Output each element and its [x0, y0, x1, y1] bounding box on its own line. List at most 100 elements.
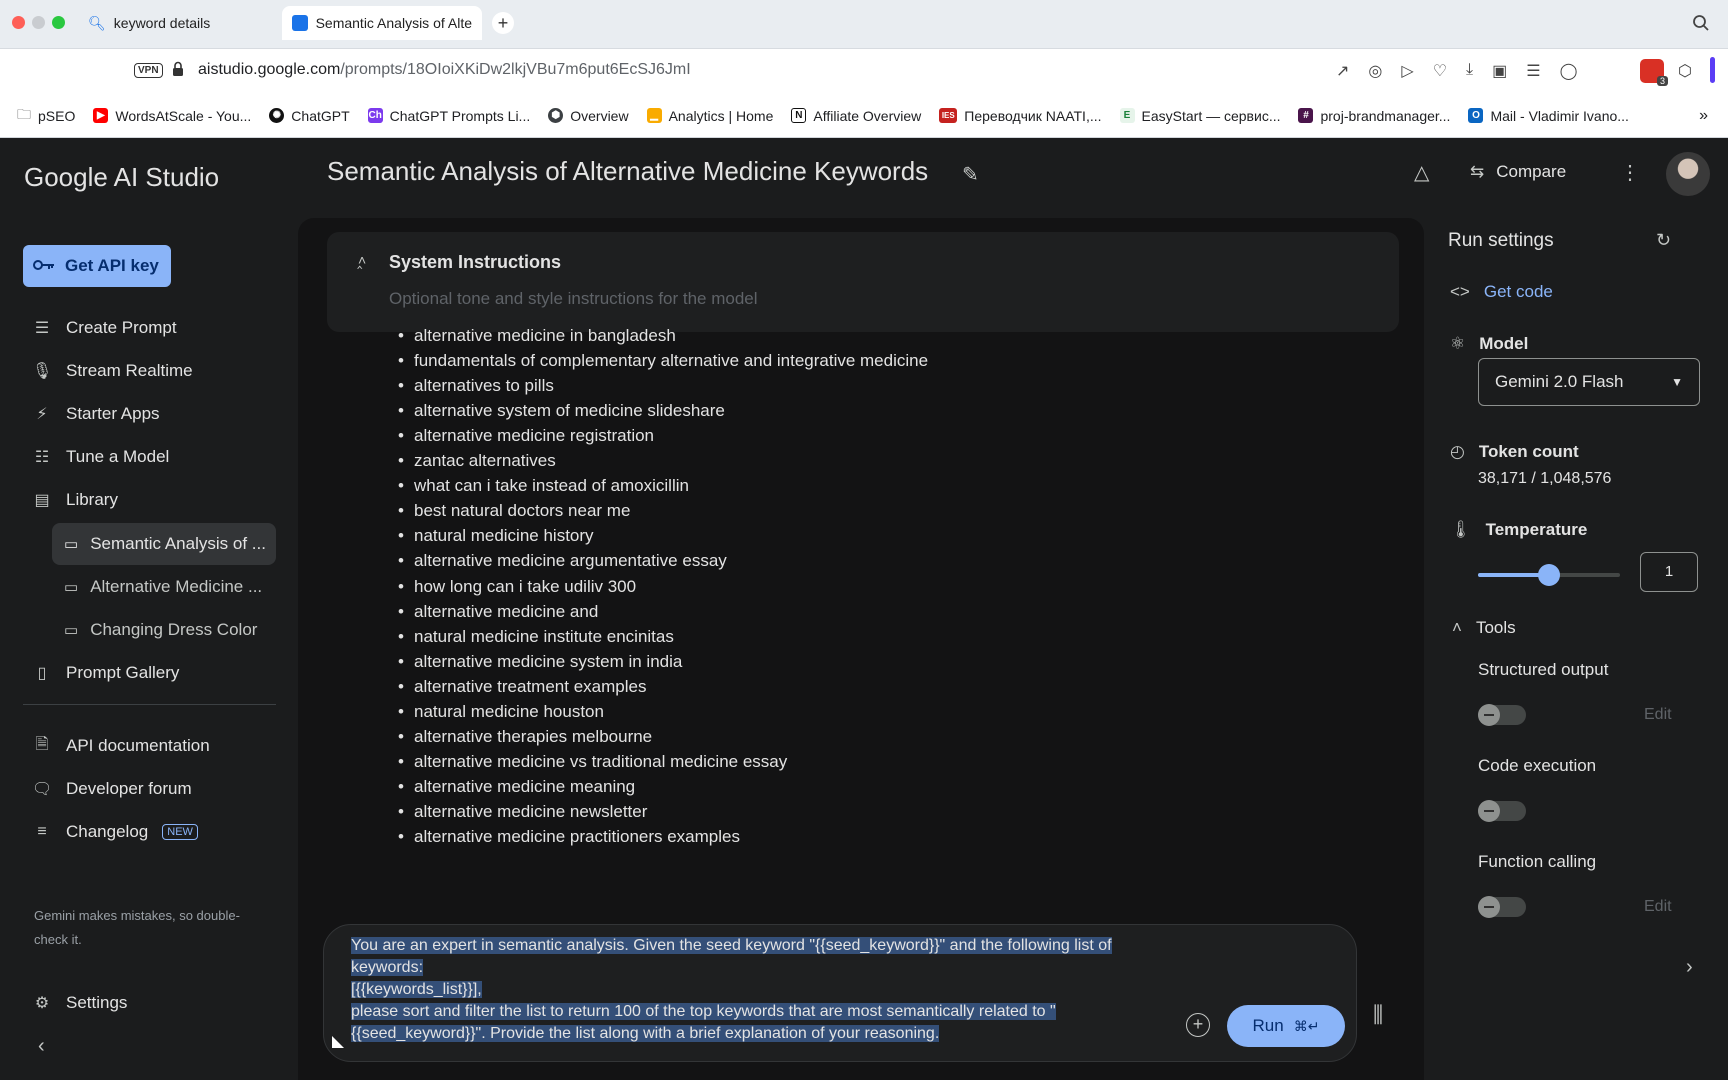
app-logo[interactable]: Google AI Studio: [24, 162, 219, 193]
toggle-knob: [1478, 896, 1500, 918]
system-instructions-placeholder[interactable]: Optional tone and style instructions for…: [389, 289, 758, 309]
sidebar-item-settings[interactable]: ⚙︎ Settings: [32, 985, 128, 1021]
sidebar-item-tune-model[interactable]: ☷ Tune a Model: [32, 439, 170, 475]
toggle-knob: [1478, 800, 1500, 822]
structured-output-toggle[interactable]: [1478, 704, 1526, 726]
add-media-icon[interactable]: +: [1186, 1013, 1210, 1037]
sidebar-item-create-prompt[interactable]: ☰ Create Prompt: [32, 310, 177, 346]
profile-icon[interactable]: ◯: [1560, 61, 1578, 81]
bookmark-analytics[interactable]: ▁ Analytics | Home: [638, 108, 783, 124]
run-settings-title: Run settings: [1448, 230, 1554, 251]
library-item-label: Semantic Analysis of ...: [90, 534, 266, 553]
extensions-cube-icon[interactable]: ⬡: [1678, 61, 1692, 81]
collapse-sidebar-icon[interactable]: ‹: [38, 1035, 45, 1058]
compare-arrows-icon: ⇆: [1470, 162, 1485, 181]
bookmark-chatgpt-prompts[interactable]: Ch ChatGPT Prompts Li...: [359, 108, 540, 124]
bookmark-pseo[interactable]: 🗀 pSEO: [8, 104, 84, 128]
camera-icon[interactable]: ◎: [1368, 61, 1382, 81]
play-icon[interactable]: ▷: [1401, 61, 1413, 81]
keyword-list-item: alternative medicine vs traditional medi…: [398, 752, 787, 772]
keyword-list-item: alternative medicine argumentative essay: [398, 551, 727, 571]
get-code-link[interactable]: <> Get code: [1450, 282, 1553, 302]
temperature-slider-handle[interactable]: [1538, 564, 1560, 586]
bookmarks-overflow-button[interactable]: »: [1699, 107, 1708, 125]
new-tab-button[interactable]: +: [492, 12, 514, 34]
close-window-button[interactable]: [12, 16, 25, 29]
download-icon[interactable]: ⤓: [1466, 61, 1473, 81]
temperature-input[interactable]: 1: [1640, 552, 1698, 592]
tune-icon: ☷: [34, 449, 50, 466]
keyword-list-item: zantac alternatives: [398, 451, 556, 471]
lock-icon[interactable]: [172, 61, 184, 82]
bookmark-naati[interactable]: IES Переводчик NAATI,...: [930, 108, 1110, 124]
disclaimer-text: Gemini makes mistakes, so double-check i…: [34, 908, 240, 947]
temperature-slider[interactable]: [1478, 564, 1620, 586]
structured-output-edit-button[interactable]: Edit: [1644, 706, 1672, 724]
library-item-semantic-analysis[interactable]: ▭ Semantic Analysis of ...: [52, 523, 276, 565]
sidebar-item-developer-forum[interactable]: 🗨︎ Developer forum: [32, 771, 192, 807]
prompt-main-area: ‸ ˄ System Instructions Optional tone an…: [298, 218, 1424, 1080]
sidebar-item-api-documentation[interactable]: 🗎︎ API documentation: [32, 728, 210, 764]
vpn-badge[interactable]: VPN: [134, 63, 163, 78]
model-select[interactable]: Gemini 2.0 Flash ▼: [1478, 358, 1700, 406]
ies-icon: IES: [939, 108, 958, 123]
model-label: Model: [1479, 334, 1529, 353]
battery-icon[interactable]: ▣: [1492, 61, 1507, 81]
bookmark-chatgpt[interactable]: ✺ ChatGPT: [260, 108, 358, 124]
system-instructions-panel[interactable]: ‸ ˄ System Instructions Optional tone an…: [327, 232, 1399, 332]
model-value: Gemini 2.0 Flash: [1495, 372, 1624, 391]
bookmark-overview[interactable]: ⬢ Overview: [539, 108, 637, 124]
url-field[interactable]: aistudio.google.com/prompts/18OIoiXKiDw2…: [198, 61, 691, 79]
chat-bubble-icon: ▭: [64, 536, 79, 553]
bookmark-slack[interactable]: # proj-brandmanager...: [1289, 108, 1459, 124]
prompt-input-box[interactable]: You are an expert in semantic analysis. …: [323, 924, 1357, 1062]
prompt-text[interactable]: You are an expert in semantic analysis. …: [351, 935, 1112, 1045]
sidebar-item-library[interactable]: ▤ Library: [32, 482, 118, 518]
keyword-list-item: alternative medicine and: [398, 602, 598, 622]
prompt-line: {{seed_keyword}}". Provide the list alon…: [351, 1025, 940, 1042]
toolbar-icons: ↗ ◎ ▷ ♡ ⤓ ▣ ☰ ◯: [1336, 61, 1577, 81]
tab-semantic-analysis[interactable]: Semantic Analysis of Alte: [282, 6, 482, 40]
gear-icon: ⚙︎: [34, 995, 50, 1012]
address-bar: ‹ › ↻ VPN aistudio.google.com/prompts/18…: [0, 48, 1728, 128]
bookmark-easystart[interactable]: E EasyStart — сервис...: [1111, 108, 1290, 124]
clear-chat-broom-icon[interactable]: ⫼: [1373, 1002, 1383, 1028]
bookmark-wordsatscale[interactable]: ▶ WordsAtScale - You...: [84, 108, 260, 124]
sidebar-item-prompt-gallery[interactable]: ▯ Prompt Gallery: [32, 655, 180, 691]
extension-icon[interactable]: 3: [1640, 59, 1668, 86]
sidebar-item-stream-realtime[interactable]: 🎙︎ Stream Realtime: [32, 353, 193, 389]
compare-button[interactable]: ⇆ Compare: [1470, 162, 1566, 182]
bookmark-mail[interactable]: O Mail - Vladimir Ivano...: [1459, 108, 1637, 124]
edit-title-icon[interactable]: ✎: [962, 162, 979, 187]
function-calling-edit-button[interactable]: Edit: [1644, 898, 1672, 916]
compare-models-icon[interactable]: △: [1414, 160, 1429, 185]
sidebar-item-starter-apps[interactable]: ⚡︎ Starter Apps: [32, 396, 159, 432]
share-icon[interactable]: ↗: [1336, 61, 1349, 81]
avatar[interactable]: [1666, 152, 1710, 196]
sidebar-toggle-icon[interactable]: [1710, 57, 1715, 83]
library-item-alternative-medicine[interactable]: ▭ Alternative Medicine ...: [52, 566, 276, 608]
maximize-window-button[interactable]: [52, 16, 65, 29]
compare-label: Compare: [1496, 162, 1567, 181]
menu-list-icon[interactable]: ☰: [1526, 61, 1540, 81]
youtube-icon: ▶: [93, 108, 109, 123]
minimize-window-button[interactable]: [32, 16, 45, 29]
page-title[interactable]: Semantic Analysis of Alternative Medicin…: [327, 156, 928, 187]
bookmark-affiliate[interactable]: N Affiliate Overview: [782, 108, 930, 124]
search-tabs-icon[interactable]: [1692, 14, 1710, 37]
reset-icon[interactable]: ↻: [1656, 230, 1671, 251]
tab-keyword-details[interactable]: 🔍︎ keyword details: [78, 6, 250, 40]
tools-section-toggle[interactable]: ˄ Tools: [1452, 618, 1516, 638]
code-execution-toggle[interactable]: [1478, 800, 1526, 822]
heart-icon[interactable]: ♡: [1433, 61, 1447, 81]
more-options-icon[interactable]: ⋮: [1620, 160, 1640, 185]
run-button[interactable]: Run ⌘↵: [1227, 1005, 1345, 1047]
token-count-value: 38,171 / 1,048,576: [1478, 470, 1612, 487]
library-icon: ▤: [34, 492, 50, 509]
chevron-right-icon[interactable]: ›: [1686, 956, 1693, 979]
get-api-key-button[interactable]: Get API key: [23, 245, 171, 287]
sidebar-item-changelog[interactable]: ≡ Changelog NEW: [32, 814, 198, 850]
function-calling-toggle[interactable]: [1478, 896, 1526, 918]
bookmark-label: WordsAtScale - You...: [115, 107, 252, 124]
library-item-changing-dress-color[interactable]: ▭ Changing Dress Color: [52, 609, 276, 651]
